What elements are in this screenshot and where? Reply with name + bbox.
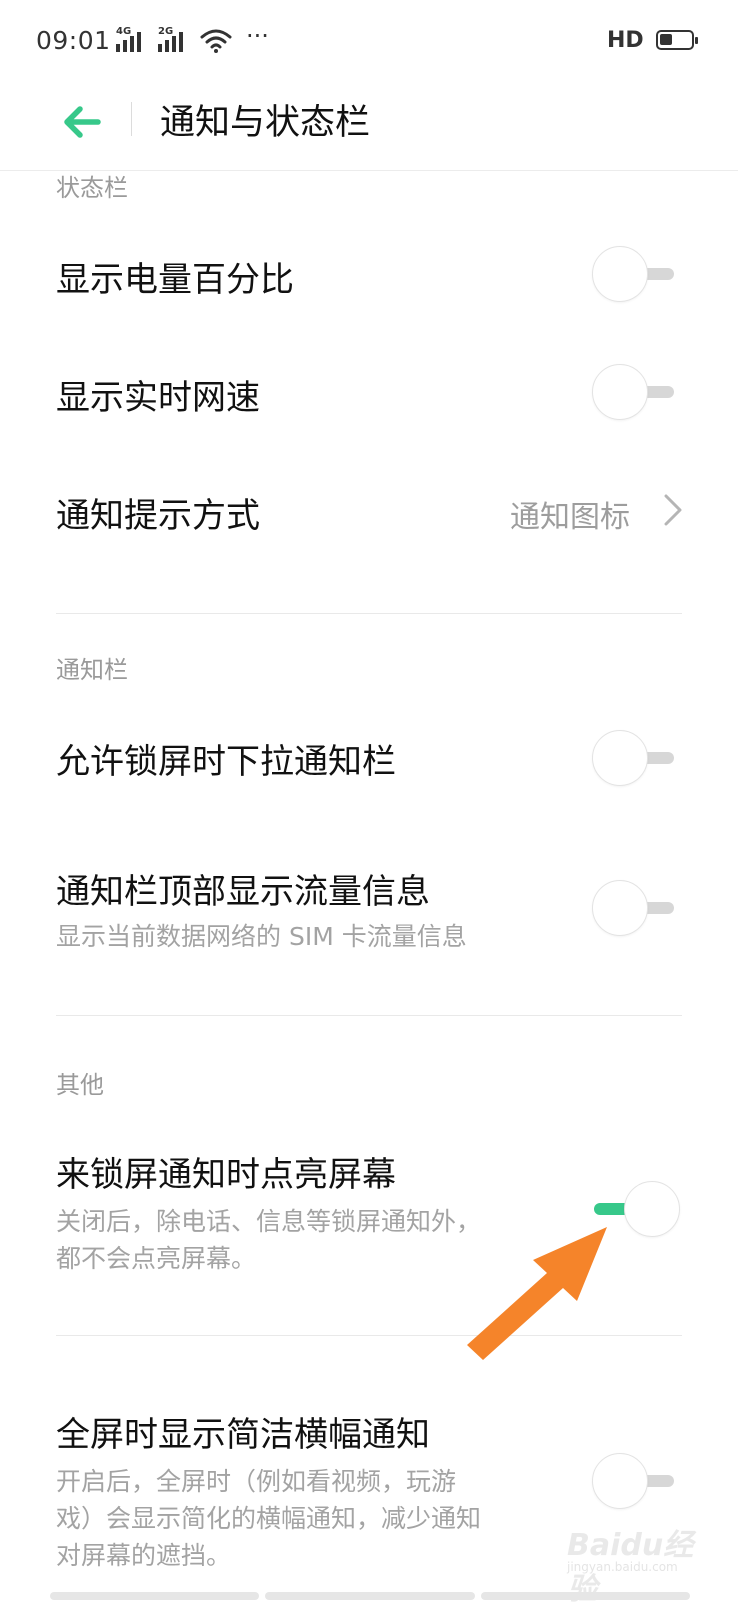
setting-subtitle: 显示当前数据网络的 SIM 卡流量信息 — [56, 922, 467, 951]
setting-subtitle: 对屏幕的遮挡。 — [56, 1541, 232, 1570]
section-divider — [56, 1015, 682, 1016]
chevron-right-icon — [664, 494, 682, 526]
setting-data-usage[interactable]: 通知栏顶部显示流量信息 显示当前数据网络的 SIM 卡流量信息 — [0, 840, 738, 980]
annotation-arrow-icon — [467, 1227, 607, 1360]
battery-percent-toggle[interactable] — [592, 246, 684, 302]
hd-icon: HD — [607, 28, 644, 53]
signal-icon-1 — [116, 30, 141, 52]
lockscreen-pull-toggle[interactable] — [592, 730, 684, 786]
setting-title: 显示实时网速 — [56, 378, 260, 418]
setting-subtitle: 戏）会显示简化的横幅通知，减少通知 — [56, 1504, 482, 1533]
setting-title: 全屏时显示简洁横幅通知 — [56, 1415, 430, 1455]
section-divider — [56, 613, 682, 614]
setting-title: 通知栏顶部显示流量信息 — [56, 872, 430, 912]
setting-title: 通知提示方式 — [56, 496, 260, 536]
page-title: 通知与状态栏 — [160, 103, 371, 143]
wifi-icon — [200, 29, 232, 53]
baidu-watermark: Baidu经验 jingyan.baidu.com — [563, 1520, 703, 1607]
setting-title: 显示电量百分比 — [56, 260, 294, 300]
setting-wake-screen[interactable]: 来锁屏通知时点亮屏幕 关闭后，除电话、信息等锁屏通知外， 都不会点亮屏幕。 — [0, 1125, 738, 1290]
bottom-edge-hint — [50, 1592, 690, 1600]
setting-subtitle: 关闭后，除电话、信息等锁屏通知外， — [56, 1207, 482, 1236]
title-bar: 通知与状态栏 — [0, 80, 738, 171]
setting-network-speed[interactable]: 显示实时网速 — [0, 338, 738, 446]
setting-subtitle: 开启后，全屏时（例如看视频，玩游 — [56, 1467, 457, 1496]
arrow-left-icon[interactable] — [58, 98, 106, 146]
signal-icon-2 — [158, 30, 183, 52]
more-status-icon: ··· — [246, 22, 269, 50]
setting-lockscreen-pull[interactable]: 允许锁屏时下拉通知栏 — [0, 700, 738, 808]
setting-notify-style[interactable]: 通知提示方式 通知图标 — [0, 458, 738, 566]
status-time: 09:01 — [36, 26, 111, 55]
watermark-sub: jingyan.baidu.com — [567, 1560, 678, 1574]
banner-toggle[interactable] — [592, 1453, 684, 1509]
setting-value: 通知图标 — [510, 500, 630, 535]
title-divider — [131, 102, 132, 136]
status-bar: 09:01 4G 2G ··· HD — [0, 0, 738, 80]
section-heading-other: 其他 — [56, 1071, 104, 1099]
section-heading-status-bar: 状态栏 — [56, 174, 128, 202]
network-speed-toggle[interactable] — [592, 364, 684, 420]
setting-title: 允许锁屏时下拉通知栏 — [56, 742, 396, 782]
section-heading-notification-bar: 通知栏 — [56, 656, 128, 684]
battery-icon — [656, 30, 698, 50]
setting-title: 来锁屏通知时点亮屏幕 — [56, 1155, 396, 1195]
setting-battery-percent[interactable]: 显示电量百分比 — [0, 220, 738, 328]
setting-subtitle: 都不会点亮屏幕。 — [56, 1244, 257, 1273]
data-usage-toggle[interactable] — [592, 880, 684, 936]
